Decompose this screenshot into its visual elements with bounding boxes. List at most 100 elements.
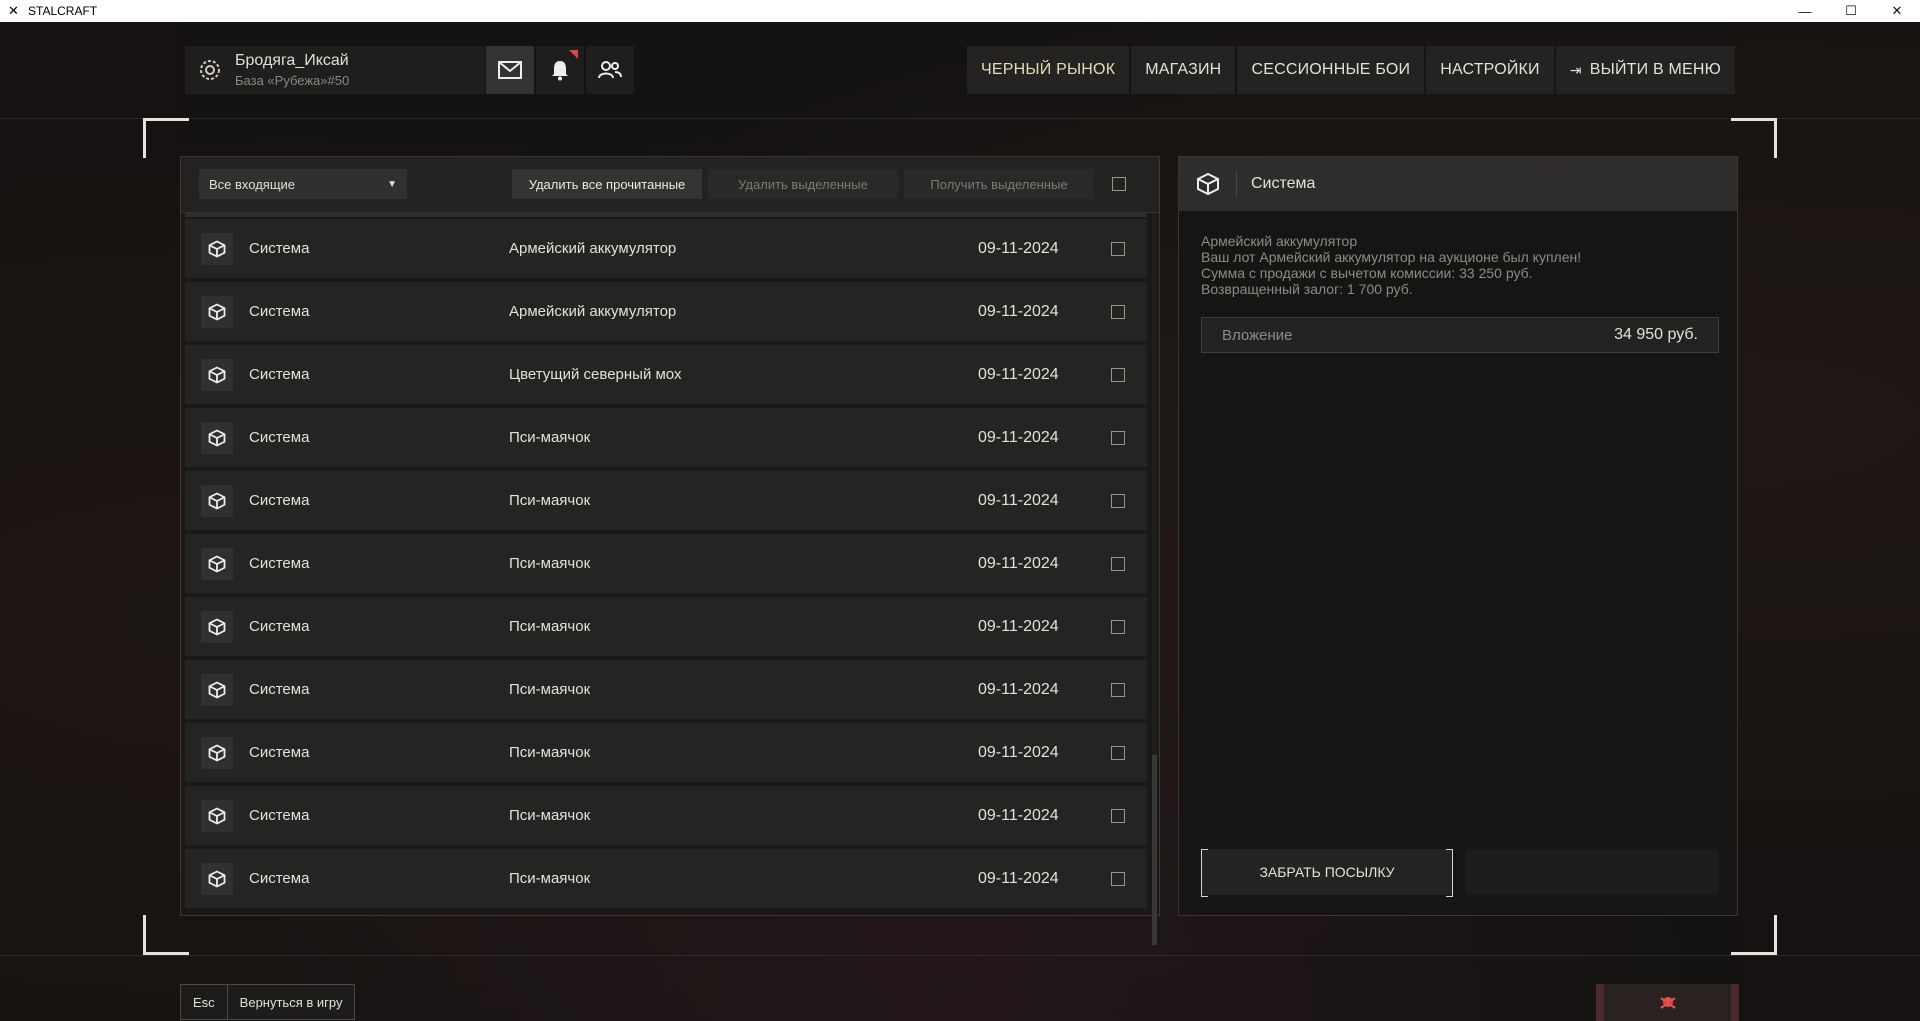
attachment-row: Вложение 34 950 руб. (1201, 317, 1719, 353)
attachment-value: 34 950 руб. (1614, 326, 1698, 343)
player-name: Бродяга_Иксай (235, 52, 349, 69)
package-icon (201, 421, 233, 454)
friends-icon (598, 61, 622, 79)
message-row[interactable]: Система Пси-маячок 09-11-2024 (185, 723, 1147, 783)
message-row[interactable]: Система Армейский аккумулятор 09-11-2024 (185, 282, 1147, 342)
get-selected-button[interactable]: Получить выделенные (904, 169, 1094, 199)
frame-corner-bottom-right (1731, 915, 1777, 955)
message-subject: Пси-маячок (509, 870, 591, 887)
message-date: 09-11-2024 (978, 365, 1059, 383)
bell-icon (552, 61, 568, 81)
message-subject: Цветущий северный мох (509, 366, 682, 383)
close-window-button[interactable]: ✕ (1874, 0, 1920, 22)
notifications-button[interactable] (536, 46, 584, 94)
frame-corner-top-left (143, 118, 189, 158)
dropdown-caret-icon: ▼ (387, 178, 397, 190)
nav-exit-label: ВЫЙТИ В МЕНЮ (1589, 61, 1721, 78)
exit-icon: ⇥ (1569, 61, 1582, 78)
nav-shop[interactable]: МАГАЗИН (1131, 46, 1236, 94)
select-all-checkbox[interactable] (1112, 177, 1126, 191)
message-date: 09-11-2024 (978, 428, 1059, 446)
message-checkbox[interactable] (1111, 619, 1125, 634)
nav-black-market[interactable]: ЧЕРНЫЙ РЫНОК (967, 46, 1130, 94)
profile-text: Бродяга_Иксай База «Рубежа»#50 (235, 52, 349, 88)
message-row[interactable]: Система Пси-маячок 09-11-2024 (185, 597, 1147, 657)
mail-button[interactable] (486, 46, 534, 94)
message-checkbox[interactable] (1111, 682, 1125, 697)
emblem-svg (200, 60, 220, 80)
message-row[interactable]: Система Цветущий северный мох 09-11-2024 (185, 345, 1147, 405)
profile-card[interactable]: Бродяга_Иксай База «Рубежа»#50 (185, 46, 485, 94)
message-row[interactable]: Система Пси-маячок 09-11-2024 (185, 408, 1147, 468)
nav-session-battles[interactable]: СЕССИОННЫЕ БОИ (1237, 46, 1425, 94)
list-scrollbar-thumb[interactable] (1152, 755, 1157, 945)
message-sender: Система (249, 366, 310, 383)
delete-read-button[interactable]: Удалить все прочитанные (512, 169, 702, 199)
message-subject: Пси-маячок (509, 555, 591, 572)
message-checkbox[interactable] (1111, 304, 1125, 319)
window-title: STALCRAFT (28, 4, 98, 18)
background-shade-left (0, 22, 180, 1021)
delete-selected-button[interactable]: Удалить выделенные (708, 169, 898, 199)
frame-corner-top-right (1731, 118, 1777, 158)
message-checkbox[interactable] (1111, 556, 1125, 571)
message-subject: Армейский аккумулятор (509, 303, 677, 320)
minimize-button[interactable]: — (1782, 0, 1828, 22)
package-icon (201, 862, 233, 895)
empty-action-slot (1465, 849, 1719, 895)
esc-key-hint: Esc (181, 985, 228, 1019)
inbox-filter-select[interactable]: Все входящие ▼ (199, 169, 407, 199)
message-sender: Система (249, 807, 310, 824)
message-sender: Система (249, 303, 310, 320)
package-icon (201, 736, 233, 769)
message-row[interactable]: Система Армейский аккумулятор 09-11-2024 (185, 219, 1147, 279)
nav-exit-menu[interactable]: ⇥ ВЫЙТИ В МЕНЮ (1555, 46, 1735, 94)
message-checkbox[interactable] (1111, 367, 1125, 382)
message-subject: Пси-маячок (509, 429, 591, 446)
package-icon (201, 799, 233, 832)
message-detail-panel: Система Армейский аккумулятор Ваш лот Ар… (1178, 156, 1738, 916)
detail-body-line: Возвращенный залог: 1 700 руб. (1201, 281, 1413, 297)
message-checkbox[interactable] (1111, 871, 1125, 886)
claim-package-button[interactable]: ЗАБРАТЬ ПОСЫЛКУ (1201, 849, 1453, 897)
message-row[interactable]: Система Пси-маячок 09-11-2024 (185, 660, 1147, 720)
message-date: 09-11-2024 (978, 869, 1059, 887)
message-row[interactable]: Система Пси-маячок 09-11-2024 (185, 786, 1147, 846)
message-checkbox[interactable] (1111, 430, 1125, 445)
return-to-game-button[interactable]: Esc Вернуться в игру (180, 984, 356, 1020)
skull-icon (1659, 996, 1676, 1009)
window-controls: — ☐ ✕ (1782, 0, 1920, 22)
package-icon (201, 484, 233, 517)
maximize-button[interactable]: ☐ (1828, 0, 1874, 22)
message-checkbox[interactable] (1111, 745, 1125, 760)
message-sender: Система (249, 492, 310, 509)
message-row[interactable]: Система Пси-маячок 09-11-2024 (185, 849, 1147, 909)
message-subject: Пси-маячок (509, 744, 591, 761)
message-row[interactable]: Система Пси-маячок 09-11-2024 (185, 471, 1147, 531)
message-checkbox[interactable] (1111, 493, 1125, 508)
nav-settings[interactable]: НАСТРОЙКИ (1426, 46, 1554, 94)
detail-header: Система (1179, 157, 1737, 211)
notification-indicator (569, 50, 578, 59)
message-list: Система Армейский аккумулятор 09-11-2024 Си… (181, 213, 1151, 915)
message-checkbox[interactable] (1111, 241, 1125, 256)
player-base: База «Рубежа»#50 (235, 73, 350, 88)
inbox-toolbar: Все входящие ▼ Удалить все прочитанные У… (181, 157, 1159, 213)
detail-body-line: Армейский аккумулятор (1201, 233, 1358, 249)
package-icon (201, 358, 233, 391)
inbox-panel: Все входящие ▼ Удалить все прочитанные У… (180, 156, 1160, 945)
package-icon (201, 610, 233, 643)
main-nav: ЧЕРНЫЙ РЫНОК МАГАЗИН СЕССИОННЫЕ БОИ НАСТ… (967, 46, 1735, 94)
message-date: 09-11-2024 (978, 302, 1059, 320)
package-icon (201, 547, 233, 580)
message-checkbox[interactable] (1111, 808, 1125, 823)
skull-button[interactable] (1596, 984, 1739, 1021)
message-subject: Пси-маячок (509, 492, 591, 509)
message-subject: Пси-маячок (509, 681, 591, 698)
message-row[interactable]: Система Пси-маячок 09-11-2024 (185, 534, 1147, 594)
message-subject: Армейский аккумулятор (509, 240, 677, 257)
friends-button[interactable] (586, 46, 634, 94)
message-sender: Система (249, 429, 310, 446)
attachment-label: Вложение (1222, 326, 1293, 344)
return-to-game-label: Вернуться в игру (239, 994, 343, 1010)
